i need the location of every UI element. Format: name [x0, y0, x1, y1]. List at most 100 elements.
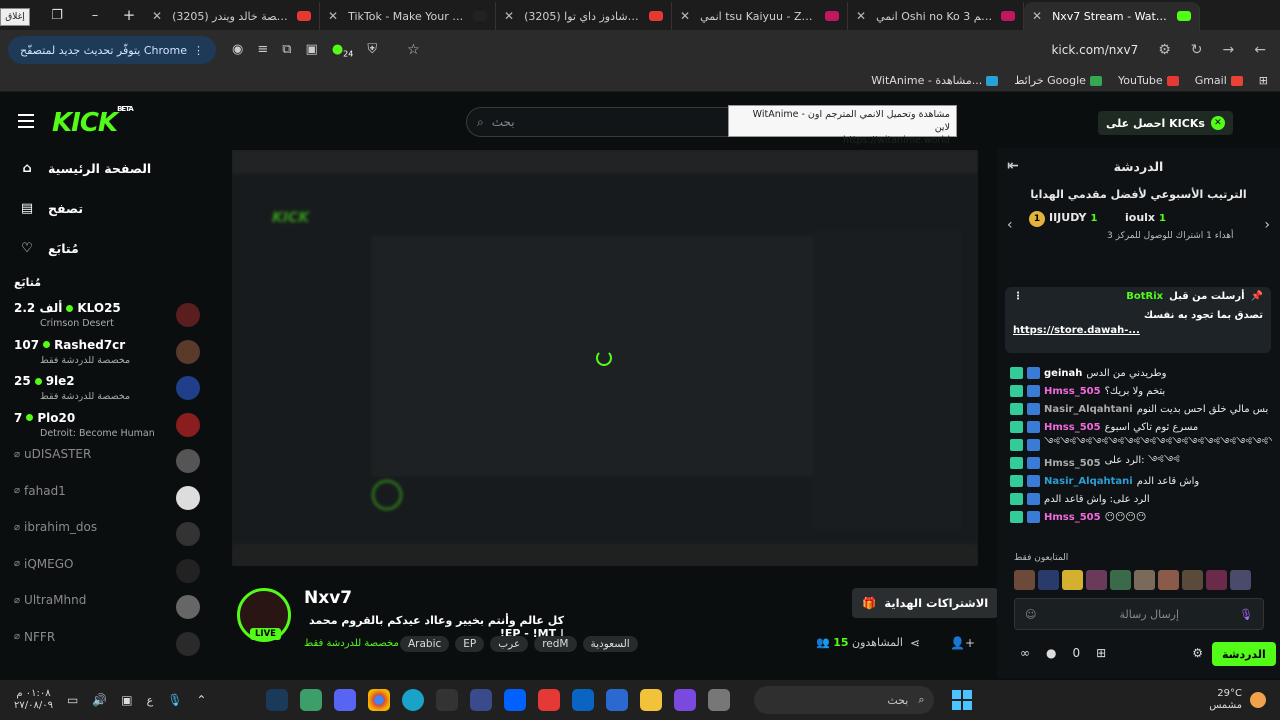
chat-message[interactable]: Hmss_505 بتخم ولا بريك؟	[1010, 382, 1272, 400]
close-tab-icon[interactable]: ✕	[328, 9, 338, 23]
show-hidden-icons[interactable]: ⌃	[196, 693, 206, 707]
close-tab-icon[interactable]: ✕	[504, 9, 514, 23]
chat-message[interactable]: ༺༺༺༺༺༺༺༺༺༺༺༺༺༺༺༺༺	[1010, 436, 1272, 454]
chat-username[interactable]: Hmss_505	[1044, 422, 1101, 433]
network-icon[interactable]: ▣	[121, 693, 132, 707]
app-icon[interactable]	[470, 689, 493, 711]
address-bar[interactable]: kick.com/nxv7	[430, 35, 1149, 65]
close-tab-icon[interactable]: ✕	[856, 9, 866, 23]
stream-tag[interactable]: EP	[455, 636, 485, 652]
extension-avatar-icon[interactable]: ◉	[232, 42, 243, 59]
chat-username[interactable]: geinah	[1044, 368, 1082, 379]
browser-tab[interactable]: ✕ (3205) سكيرو: شادوز داي توا	[496, 2, 672, 30]
followed-channel[interactable]: 107 Rashed7cr مخصصة للدردشة فقط	[0, 334, 212, 371]
followed-channel[interactable]: ⌀ NFFR	[0, 626, 212, 663]
collapse-chat-icon[interactable]: ⇤	[1007, 158, 1019, 174]
start-button-icon[interactable]	[952, 690, 973, 710]
chat-message[interactable]: Hmss_505 😶😶😶😶	[1010, 508, 1272, 526]
send-chat-button[interactable]: الدردشة	[1212, 642, 1276, 666]
followed-channel[interactable]: ⌀ fahad1	[0, 480, 212, 517]
chatter-avatar[interactable]	[1086, 570, 1107, 590]
puzzle-extensions-icon[interactable]: ⧉	[282, 42, 291, 59]
bookmark-item[interactable]: WitAnime - مشاهدة...	[871, 74, 999, 87]
close-tab-icon[interactable]: ✕	[152, 9, 162, 23]
browser-tab[interactable]: ✕ (3205) قصة خالد ويندر !! ..	[144, 2, 320, 30]
pinned-link[interactable]: https://store.dawah-...	[1013, 325, 1263, 336]
leaderboard-prev-icon[interactable]: ‹	[1007, 217, 1013, 233]
chat-username[interactable]: Hmss_505	[1044, 512, 1101, 523]
chat-message[interactable]: Hmss_505 الرد على: ༺༺	[1010, 454, 1272, 472]
chatter-avatar[interactable]	[1014, 570, 1035, 590]
epic-games-icon[interactable]	[436, 689, 459, 711]
chrome-icon[interactable]	[368, 689, 391, 711]
close-tab-icon[interactable]: ✕	[1032, 9, 1042, 23]
follow-icon[interactable]: 👤+	[950, 636, 975, 650]
stream-tag[interactable]: redM	[534, 636, 577, 652]
gift-chat-icon[interactable]: ⊞	[1096, 646, 1106, 660]
back-icon[interactable]: ←	[1254, 42, 1266, 58]
sidebar-nav-item[interactable]: ♡ مُتابَع	[0, 228, 212, 268]
bookmark-item[interactable]: Gmail	[1195, 74, 1243, 87]
chatter-avatar[interactable]	[1110, 570, 1131, 590]
browser-tab[interactable]: ✕ Nxv7 Stream - Watch Live ...	[1024, 2, 1200, 30]
bookmark-star-icon[interactable]: ☆	[407, 42, 420, 58]
chat-username[interactable]: Hmss_505	[1044, 458, 1101, 469]
get-kicks-button[interactable]: احصل على KICKs ✕	[1098, 111, 1233, 135]
steam-icon[interactable]	[266, 689, 289, 711]
sidebar-nav-item[interactable]: ⌂ الصفحة الرئيسية	[0, 148, 212, 188]
store-icon[interactable]	[606, 689, 629, 711]
gift-subscriptions-button[interactable]: 🎁 الاشتراكات الهداية	[852, 588, 999, 618]
followed-channel[interactable]: ⌀ UltraMhnd	[0, 589, 212, 626]
chatter-avatar[interactable]	[1134, 570, 1155, 590]
outlook-icon[interactable]	[572, 689, 595, 711]
bookmark-item[interactable]: YouTube	[1118, 74, 1179, 87]
chat-username[interactable]: Nasir_Alqahtani	[1044, 404, 1133, 415]
streamer-name[interactable]: Nxv7	[304, 588, 352, 608]
followed-channel[interactable]: ⌀ iQMEGO	[0, 553, 212, 590]
weather-widget[interactable]: 29°C مشمس	[1209, 688, 1266, 712]
chat-message[interactable]: geinah وطريدني من الدس	[1010, 364, 1272, 382]
chatter-avatar[interactable]	[1062, 570, 1083, 590]
chat-message[interactable]: Nasir_Alqahtaniالرد على: ع بس مالي خلق ا…	[1010, 400, 1272, 418]
restore-window-icon[interactable]: ❐	[38, 0, 76, 30]
copilot-icon[interactable]	[674, 689, 697, 711]
stream-tag[interactable]: السعودية	[582, 636, 638, 652]
task-view-icon[interactable]	[708, 689, 731, 711]
browser-tab[interactable]: ✕ انمي tsu Kaiyuu - Zenpen	[672, 2, 848, 30]
minimize-window-icon[interactable]: –	[76, 0, 114, 30]
followed-channel[interactable]: ⌀ ibrahim_dos	[0, 516, 212, 553]
pinned-message[interactable]: 📌 أرسلت من قبل BotRix ⋮ تصدق بما تجود به…	[1005, 287, 1271, 353]
file-explorer-icon[interactable]	[640, 689, 663, 711]
language-indicator[interactable]: ع	[147, 694, 154, 707]
new-tab-icon[interactable]: +	[114, 6, 144, 24]
extension-badge-icon[interactable]: ●24	[332, 42, 354, 59]
site-settings-icon[interactable]: ⚙	[1158, 42, 1171, 58]
chat-message[interactable]: Nasir_Alqahtani واش قاعد الدم	[1010, 472, 1272, 490]
shield-icon[interactable]: ⛨	[367, 42, 377, 59]
taskbar-search[interactable]: بحث ⌕	[754, 686, 935, 714]
bookmark-item[interactable]: خرائط Google	[1014, 74, 1102, 87]
forward-icon[interactable]: →	[1223, 42, 1235, 58]
kick-logo[interactable]: KICKBETA	[52, 105, 134, 138]
followed-channel[interactable]: 7 Plo20 Detroit: Become Human	[0, 407, 212, 444]
chat-username[interactable]: Nasir_Alqahtani	[1044, 476, 1133, 487]
battery-icon[interactable]: ▭	[67, 693, 78, 707]
chat-message[interactable]: الرد على: واش قاعد الدم	[1010, 490, 1272, 508]
leaderboard-next-icon[interactable]: ›	[1264, 217, 1270, 233]
followed-channel[interactable]: 25 9le2 مخصصة للدردشة فقط	[0, 370, 212, 407]
stream-category[interactable]: مخصصة للدردشة فقط	[304, 638, 399, 649]
chatter-avatar[interactable]	[1206, 570, 1227, 590]
more-icon[interactable]: ⋮	[1013, 291, 1023, 302]
reload-icon[interactable]: ↻	[1191, 42, 1203, 58]
sidebar-nav-item[interactable]: ▤ تصفح	[0, 188, 212, 228]
chat-input[interactable]: ☺ إرسال رسالة 🎙	[1014, 598, 1264, 630]
red-app-icon[interactable]	[538, 689, 561, 711]
playlist-icon[interactable]: ≡	[257, 42, 268, 59]
discord-icon[interactable]	[334, 689, 357, 711]
apps-grid-icon[interactable]: ⊞	[1259, 74, 1268, 87]
chat-username[interactable]: Hmss_505	[1044, 386, 1101, 397]
share-icon[interactable]: ⋖	[910, 636, 920, 650]
browser-tab[interactable]: ✕ انمي Oshi no Ko الموسم 3	[848, 2, 1024, 30]
mic-tray-icon[interactable]: 🎙	[167, 693, 182, 707]
emoji-icon[interactable]: ☺	[1025, 608, 1036, 621]
